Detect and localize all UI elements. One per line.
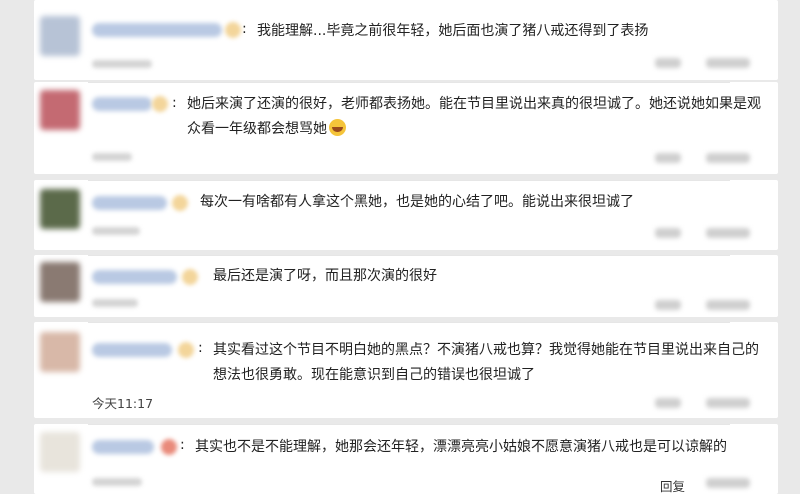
divider — [88, 180, 730, 181]
username[interactable] — [92, 196, 167, 210]
avatar[interactable] — [40, 16, 80, 56]
action-blurred[interactable] — [706, 58, 750, 68]
comment-text: 每次一有啥都有人拿这个黑她，也是她的心结了吧。能说出来很坦诚了 — [200, 194, 634, 210]
comment-feed: : 我能理解...毕竟之前很年轻，她后面也演了猪八戒还得到了表扬 : 她后来演了… — [0, 0, 800, 494]
timestamp-blurred — [92, 60, 152, 68]
username[interactable] — [92, 440, 154, 454]
vip-badge — [182, 269, 198, 285]
timestamp-blurred — [92, 299, 138, 307]
timestamp-blurred — [92, 153, 132, 161]
vip-badge — [161, 439, 177, 455]
username[interactable] — [92, 97, 152, 111]
action-blurred[interactable] — [706, 478, 750, 488]
colon: : — [180, 437, 185, 453]
action-blurred[interactable] — [706, 300, 750, 310]
laughing-face-icon — [329, 119, 346, 136]
timestamp-blurred — [92, 227, 140, 235]
avatar[interactable] — [40, 432, 80, 472]
username[interactable] — [92, 23, 222, 37]
action-blurred[interactable] — [655, 58, 681, 68]
reply-button[interactable]: 回复 — [660, 476, 685, 494]
timestamp: 今天11:17 — [92, 396, 154, 411]
colon: : — [198, 340, 203, 356]
action-blurred[interactable] — [655, 300, 681, 310]
action-blurred[interactable] — [706, 153, 750, 163]
avatar[interactable] — [40, 262, 80, 302]
comment-text: 我能理解...毕竟之前很年轻，她后面也演了猪八戒还得到了表扬 — [257, 23, 649, 39]
vip-badge — [152, 96, 168, 112]
divider — [88, 255, 730, 256]
comment-text: 其实看过这个节目不明白她的黑点？不演猪八戒也算？我觉得她能在节目里说出来自己的想… — [213, 342, 759, 383]
username[interactable] — [92, 343, 172, 357]
divider — [88, 82, 730, 83]
avatar[interactable] — [40, 189, 80, 229]
vip-badge — [172, 195, 188, 211]
comment-text: 其实也不是不能理解，她那会还年轻，漂漂亮亮小姑娘不愿意演猪八戒也是可以谅解的 — [195, 439, 727, 455]
colon: : — [242, 21, 247, 37]
comment-text: 最后还是演了呀，而且那次演的很好 — [213, 268, 437, 284]
action-blurred[interactable] — [655, 153, 681, 163]
avatar[interactable] — [40, 332, 80, 372]
colon: : — [172, 95, 177, 111]
username[interactable] — [92, 270, 177, 284]
action-blurred[interactable] — [706, 228, 750, 238]
action-blurred[interactable] — [706, 398, 750, 408]
avatar[interactable] — [40, 90, 80, 130]
action-blurred[interactable] — [655, 228, 681, 238]
divider — [88, 424, 730, 425]
comment-text: 她后来演了还演的很好，老师都表扬她。能在节目里说出来真的很坦诚了。她还说她如果是… — [187, 92, 767, 142]
timestamp-blurred — [92, 478, 142, 486]
action-blurred[interactable] — [655, 398, 681, 408]
vip-badge — [178, 342, 194, 358]
vip-badge — [225, 22, 241, 38]
comment-text-body: 她后来演了还演的很好，老师都表扬她。能在节目里说出来真的很坦诚了。她还说她如果是… — [187, 96, 761, 137]
divider — [88, 322, 730, 323]
